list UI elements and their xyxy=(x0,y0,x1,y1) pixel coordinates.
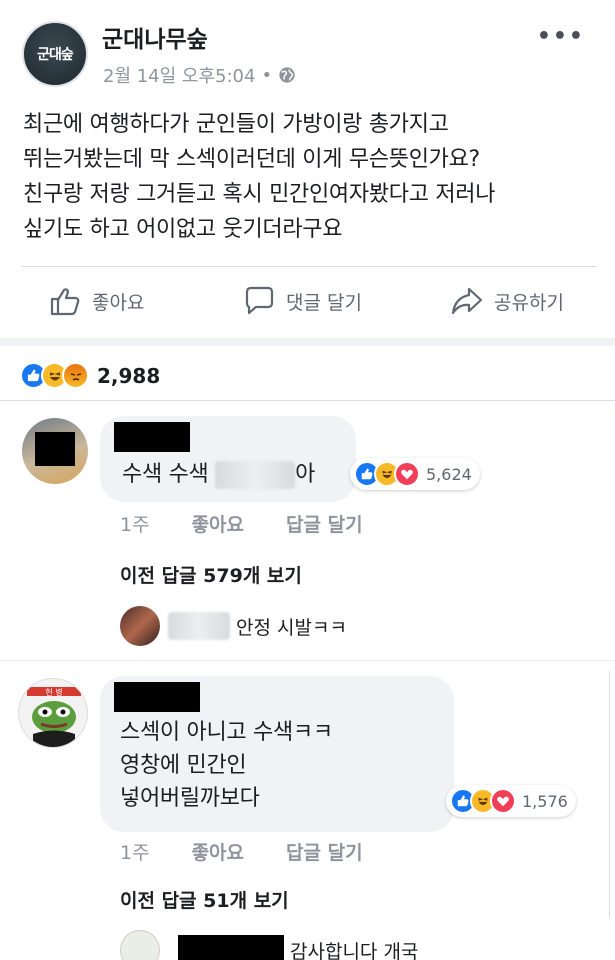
like-button[interactable]: 좋아요 xyxy=(48,284,144,318)
comment-time[interactable]: 1주 xyxy=(120,838,150,865)
comment-label: 댓글 달기 xyxy=(286,291,362,314)
comment-bubble[interactable]: 수색 수색 아 xyxy=(100,416,356,502)
comment-reply-button[interactable]: 답글 달기 xyxy=(286,838,363,865)
comment-icon xyxy=(245,286,274,315)
prev-replies-suffix: 개 보기 xyxy=(242,565,302,587)
scrollbar[interactable] xyxy=(609,670,615,920)
comment-like-button[interactable]: 좋아요 xyxy=(192,510,244,537)
share-label: 공유하기 xyxy=(494,291,564,314)
comment-reply-button[interactable]: 답글 달기 xyxy=(286,510,363,537)
globe-icon xyxy=(279,67,295,83)
reply-preview[interactable]: 감사합니다 개국 xyxy=(120,930,418,960)
comment-button[interactable]: 댓글 달기 xyxy=(242,284,362,318)
post-date[interactable]: 2월 14일 오후5:04 xyxy=(103,62,255,88)
prev-replies-count: 579 xyxy=(203,565,243,587)
comment-text-line: 넣어버릴까보다 xyxy=(120,786,260,811)
divider xyxy=(0,400,615,401)
redacted-name xyxy=(178,935,284,960)
page-avatar[interactable]: 군대숲 xyxy=(22,21,88,87)
prev-replies-prefix: 이전 답글 xyxy=(120,890,204,912)
comment-text-line: 영창에 민간인 xyxy=(120,753,247,778)
pepe-avatar-icon: 헌 병 xyxy=(27,687,81,747)
love-reaction-icon xyxy=(394,461,420,487)
reply-avatar[interactable] xyxy=(120,930,160,960)
share-button[interactable]: 공유하기 xyxy=(450,284,564,318)
meta-dot: • xyxy=(261,64,273,86)
reply-avatar[interactable] xyxy=(120,606,160,646)
divider xyxy=(0,660,615,661)
comment-reactions[interactable]: 5,624 xyxy=(350,458,480,490)
comment-bubble[interactable]: 스섹이 아니고 수색ㅋㅋ 영창에 민간인 넣어버릴까보다 xyxy=(100,676,454,832)
reactions-summary[interactable]: 2,988 xyxy=(20,362,160,389)
comment-reactions[interactable]: 1,576 xyxy=(446,785,576,817)
commenter-name-redacted xyxy=(114,422,190,452)
divider xyxy=(22,266,597,267)
comment-text-part: 아 xyxy=(295,462,316,487)
prev-replies-prefix: 이전 답글 xyxy=(120,565,204,587)
like-label: 좋아요 xyxy=(92,291,145,314)
comment-time[interactable]: 1주 xyxy=(120,510,150,537)
thumbs-up-icon xyxy=(50,288,80,316)
action-bar: 좋아요 댓글 달기 공유하기 xyxy=(0,276,615,332)
comment-text: 스섹이 아니고 수색ㅋㅋ 영창에 민간인 넣어버릴까보다 xyxy=(120,716,333,815)
redaction-box xyxy=(35,432,75,466)
love-reaction-icon xyxy=(490,788,516,814)
reply-text: 안정 시발ㅋㅋ xyxy=(236,616,347,639)
reply-preview[interactable]: 안정 시발ㅋㅋ xyxy=(120,606,347,646)
view-previous-replies[interactable]: 이전 답글 579개 보기 xyxy=(120,561,302,588)
share-icon xyxy=(451,287,483,315)
post-meta: 2월 14일 오후5:04 • xyxy=(103,62,296,88)
post-header: 군대숲 군대나무숲 2월 14일 오후5:04 • ••• xyxy=(0,0,615,100)
page-avatar-text: 군대숲 xyxy=(37,47,74,63)
reply-text: 감사합니다 개국 xyxy=(290,940,419,960)
comment-reaction-count: 1,576 xyxy=(522,791,568,811)
avatar-badge: 헌 병 xyxy=(45,688,62,697)
view-previous-replies[interactable]: 이전 답글 51개 보기 xyxy=(120,886,289,913)
section-separator xyxy=(0,338,615,346)
prev-replies-suffix: 개 보기 xyxy=(229,890,289,912)
reaction-count: 2,988 xyxy=(97,363,161,388)
prev-replies-count: 51 xyxy=(203,890,230,912)
post-text-line: 최근에 여행하다가 군인들이 가방이랑 총가지고 xyxy=(23,112,449,137)
comment-text-line: 스섹이 아니고 수색ㅋㅋ xyxy=(120,720,333,745)
comment-text: 수색 수색 아 xyxy=(122,458,315,491)
post-text-line: 싶기도 하고 어이없고 웃기더라구요 xyxy=(23,217,343,242)
page-name[interactable]: 군대나무숲 xyxy=(102,20,208,54)
blurred-text xyxy=(215,461,296,489)
commenter-name-redacted xyxy=(114,682,200,712)
commenter-avatar[interactable]: 헌 병 xyxy=(18,678,88,748)
blurred-name xyxy=(168,612,230,640)
angry-reaction-icon xyxy=(62,362,89,389)
post-text-line: 뛰는거봤는데 막 스섹이러던데 이게 무슨뜻인가요? xyxy=(23,147,480,172)
comment-meta: 1주 좋아요 답글 달기 xyxy=(120,510,405,537)
comment-text-part: 수색 수색 xyxy=(122,462,209,487)
comment-reaction-count: 5,624 xyxy=(426,464,472,484)
more-options-icon[interactable]: ••• xyxy=(537,24,585,49)
comment-meta: 1주 좋아요 답글 달기 xyxy=(120,838,405,865)
post-body: 최근에 여행하다가 군인들이 가방이랑 총가지고 뛰는거봤는데 막 스섹이러던데… xyxy=(23,107,598,247)
post-text-line: 친구랑 저랑 그거듣고 혹시 민간인여자봤다고 저러나 xyxy=(23,182,496,207)
commenter-avatar[interactable] xyxy=(22,418,88,484)
comment-like-button[interactable]: 좋아요 xyxy=(192,838,244,865)
